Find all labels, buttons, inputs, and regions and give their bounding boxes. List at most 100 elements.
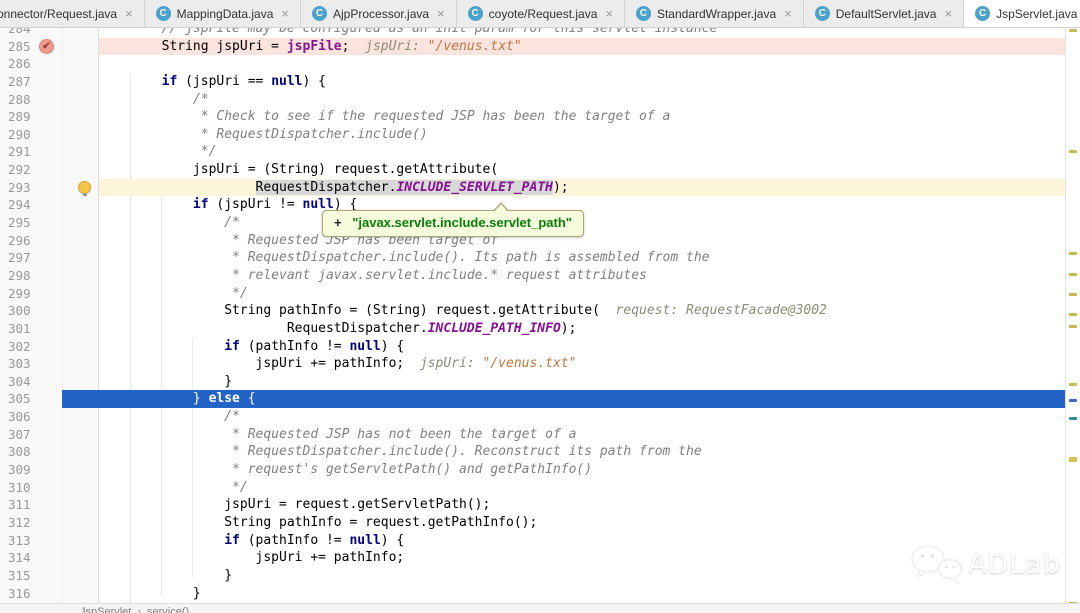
line-number[interactable]: 287	[8, 73, 31, 91]
tab-ajpprocessor[interactable]: C AjpProcessor.java ×	[301, 0, 457, 27]
code-text: jspUri += pathInfo; jspUri: "/venus.txt"	[99, 355, 576, 373]
line-number[interactable]: 295	[8, 214, 31, 232]
line-number[interactable]: 311	[8, 496, 31, 514]
line-number[interactable]: 304	[8, 373, 31, 391]
stripe-mark[interactable]	[1069, 313, 1077, 316]
close-icon[interactable]: ×	[944, 7, 952, 20]
breadcrumb-bar: JspServlet › service()	[0, 603, 1080, 613]
intention-lightbulb-icon[interactable]	[78, 181, 91, 194]
breadcrumb-separator-icon: ›	[137, 606, 141, 613]
code-text: String jspUri = jspFile; jspUri: "/venus…	[99, 38, 522, 56]
tab-defaultservlet[interactable]: C DefaultServlet.java ×	[804, 0, 964, 27]
line-number[interactable]: 292	[8, 161, 31, 179]
line-number[interactable]: 284	[8, 27, 31, 38]
watermark-label: ADLab	[968, 549, 1061, 580]
close-icon[interactable]: ×	[605, 7, 613, 20]
stripe-mark[interactable]	[1069, 457, 1077, 462]
code-line: 310 */	[0, 479, 1066, 497]
code-line: 284 // jspFile may be configured as an i…	[0, 27, 1066, 38]
line-number[interactable]: 290	[8, 126, 31, 144]
code-text: * relevant javax.servlet.include.* reque…	[99, 267, 647, 285]
code-line: 291 */	[0, 143, 1066, 161]
line-number[interactable]: 305	[8, 390, 31, 408]
stripe-mark[interactable]	[1069, 273, 1077, 276]
line-number[interactable]: 297	[8, 249, 31, 267]
code-line: 298 * relevant javax.servlet.include.* r…	[0, 267, 1066, 285]
line-number[interactable]: 296	[8, 232, 31, 250]
line-number[interactable]: 302	[8, 338, 31, 356]
line-number[interactable]: 286	[8, 55, 31, 73]
code-line: 289 * Check to see if the requested JSP …	[0, 108, 1066, 126]
stripe-mark[interactable]	[1069, 417, 1077, 420]
code-text: }	[99, 567, 232, 585]
line-number[interactable]: 301	[8, 320, 31, 338]
code-line: 293 RequestDispatcher.INCLUDE_SERVLET_PA…	[0, 179, 1066, 197]
tab-connector-request[interactable]: onnector/Request.java ×	[0, 0, 145, 27]
code-line: 303 jspUri += pathInfo; jspUri: "/venus.…	[0, 355, 1066, 373]
close-icon[interactable]: ×	[125, 7, 133, 20]
code-editor[interactable]: 284 // jspFile may be configured as an i…	[0, 27, 1080, 603]
code-text: }	[99, 373, 232, 391]
code-line: 305 } else {	[0, 390, 1066, 408]
code-line: 290 * RequestDispatcher.include()	[0, 126, 1066, 144]
code-text: if (pathInfo != null) {	[99, 532, 404, 550]
tab-jspservlet-active[interactable]: C JspServlet.java ×	[964, 0, 1080, 27]
class-icon: C	[156, 6, 171, 21]
stripe-mark[interactable]	[1069, 399, 1077, 402]
tab-standardwrapper[interactable]: C StandardWrapper.java ×	[625, 0, 804, 27]
tab-label: JspServlet.java	[996, 7, 1077, 21]
code-text: jspUri += pathInfo;	[99, 549, 404, 567]
line-number[interactable]: 313	[8, 532, 31, 550]
line-number[interactable]: 310	[8, 479, 31, 497]
code-text: */	[99, 143, 216, 161]
line-number[interactable]: 293	[8, 179, 31, 197]
code-line: 292 jspUri = (String) request.getAttribu…	[0, 161, 1066, 179]
tab-label: onnector/Request.java	[0, 7, 117, 21]
code-line: 313 if (pathInfo != null) {	[0, 532, 1066, 550]
line-number[interactable]: 299	[8, 285, 31, 303]
line-number[interactable]: 316	[8, 585, 31, 603]
breadcrumb-method[interactable]: service()	[147, 606, 189, 613]
stripe-mark[interactable]	[1069, 383, 1077, 386]
close-icon[interactable]: ×	[784, 7, 792, 20]
line-number[interactable]: 289	[8, 108, 31, 126]
expand-node-icon[interactable]: +	[334, 215, 342, 230]
line-number[interactable]: 309	[8, 461, 31, 479]
code-text: /*	[99, 408, 240, 426]
line-number[interactable]: 291	[8, 143, 31, 161]
tab-mappingdata[interactable]: C MappingData.java ×	[145, 0, 301, 27]
code-text: */	[99, 285, 248, 303]
stripe-mark[interactable]	[1069, 325, 1077, 328]
line-number[interactable]: 285	[8, 38, 31, 56]
breadcrumb-class[interactable]: JspServlet	[80, 606, 131, 613]
error-stripe-scrollbar[interactable]	[1065, 27, 1080, 603]
close-icon[interactable]: ×	[281, 7, 289, 20]
line-number[interactable]: 308	[8, 443, 31, 461]
line-number[interactable]: 315	[8, 567, 31, 585]
tab-coyote-request[interactable]: C coyote/Request.java ×	[457, 0, 625, 27]
line-number[interactable]: 314	[8, 549, 31, 567]
line-number[interactable]: 307	[8, 426, 31, 444]
line-number[interactable]: 298	[8, 267, 31, 285]
code-line: 285 ✔ String jspUri = jspFile; jspUri: "/…	[0, 38, 1066, 56]
code-text: * RequestDispatcher.include(). Reconstru…	[99, 443, 702, 461]
stripe-mark[interactable]	[1069, 293, 1077, 296]
code-line: 311 jspUri = request.getServletPath();	[0, 496, 1066, 514]
close-icon[interactable]: ×	[437, 7, 445, 20]
code-text: * RequestDispatcher.include(). Its path …	[99, 249, 709, 267]
stripe-mark[interactable]	[1069, 150, 1077, 153]
line-number[interactable]: 300	[8, 302, 31, 320]
code-text: } else {	[99, 390, 256, 408]
line-number[interactable]: 306	[8, 408, 31, 426]
tab-label: DefaultServlet.java	[836, 7, 937, 21]
stripe-mark[interactable]	[1069, 252, 1077, 255]
line-number[interactable]: 303	[8, 355, 31, 373]
tab-label: AjpProcessor.java	[333, 7, 429, 21]
code-line: 316 }	[0, 585, 1066, 603]
breakpoint-verified-icon[interactable]: ✔	[39, 39, 54, 54]
code-line: 314 jspUri += pathInfo;	[0, 549, 1066, 567]
line-number[interactable]: 294	[8, 196, 31, 214]
line-number[interactable]: 312	[8, 514, 31, 532]
stripe-mark[interactable]	[1069, 29, 1077, 32]
line-number[interactable]: 288	[8, 91, 31, 109]
